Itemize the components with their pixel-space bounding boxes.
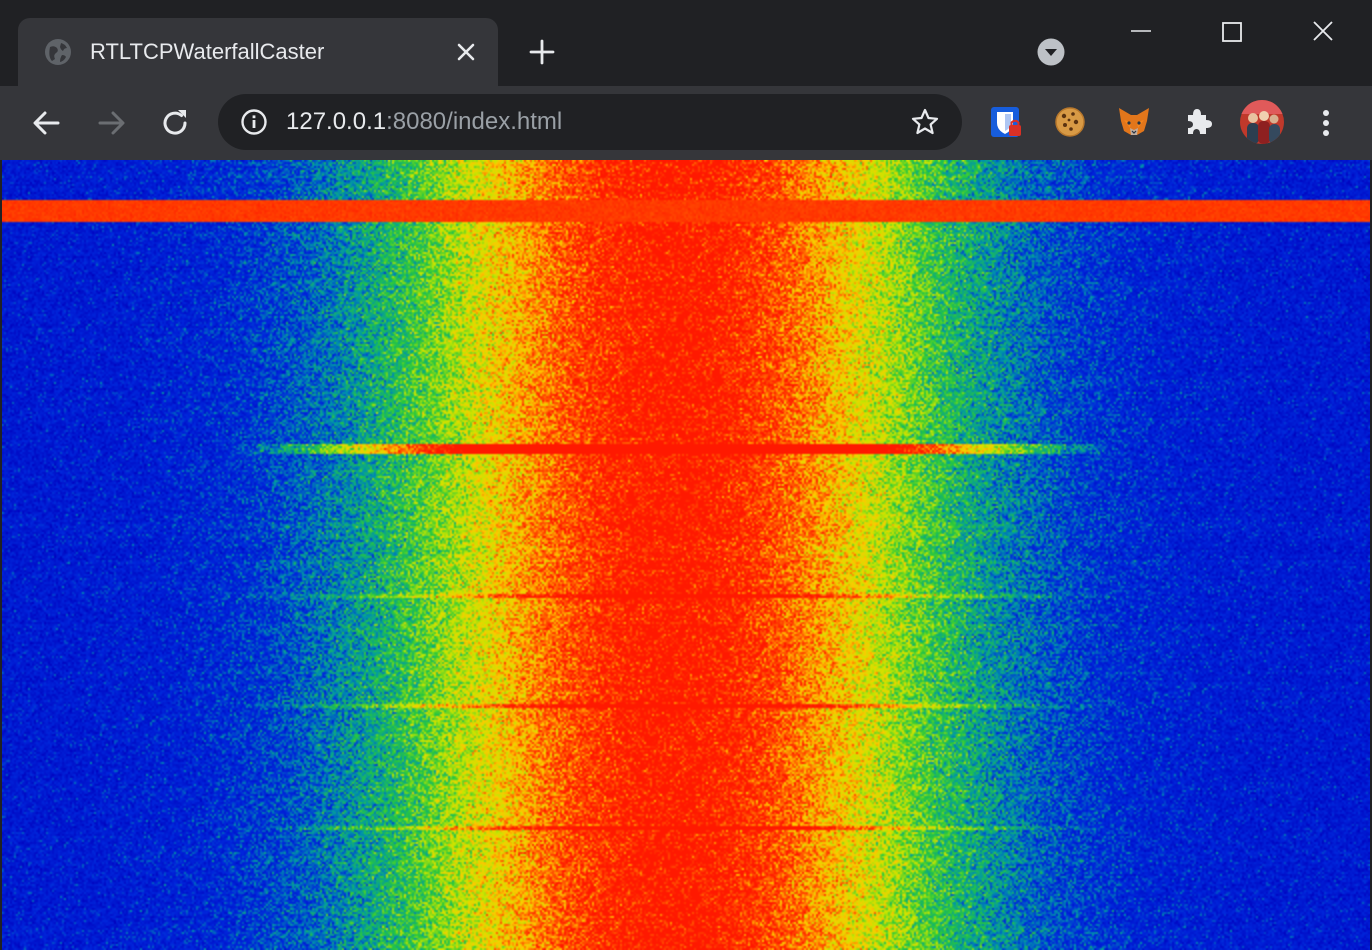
- back-arrow-icon[interactable]: [28, 104, 66, 142]
- close-tab-icon[interactable]: [454, 40, 478, 64]
- content-left-border: [0, 160, 2, 950]
- new-tab-plus-icon[interactable]: [526, 36, 558, 68]
- site-info-icon[interactable]: [240, 108, 268, 136]
- globe-icon: [45, 39, 71, 65]
- address-bar[interactable]: 127.0.0.1:8080/index.html: [218, 94, 962, 150]
- maximize-icon[interactable]: [1209, 10, 1255, 54]
- page-content: [0, 160, 1372, 950]
- url-text[interactable]: 127.0.0.1:8080/index.html: [286, 108, 562, 136]
- puzzle-extensions-icon[interactable]: [1180, 104, 1216, 140]
- metamask-fox-icon[interactable]: [1116, 104, 1152, 140]
- tab-strip: RTLTCPWaterfallCaster: [0, 0, 1372, 86]
- spectrum-waterfall-canvas: [0, 160, 1372, 950]
- browser-window: RTLTCPWaterfallCaster 127.0.0.1:8080/ind…: [0, 0, 1372, 950]
- url-path: :8080/index.html: [386, 108, 563, 135]
- close-window-icon[interactable]: [1300, 10, 1346, 54]
- reload-icon[interactable]: [156, 104, 194, 142]
- tab-active[interactable]: RTLTCPWaterfallCaster: [18, 18, 498, 86]
- tab-search-chevron-icon[interactable]: [1036, 37, 1066, 67]
- bitwarden-icon[interactable]: [988, 104, 1024, 140]
- browser-toolbar: 127.0.0.1:8080/index.html: [0, 86, 1372, 160]
- minimize-icon[interactable]: [1118, 10, 1164, 54]
- profile-photo-icon: [1240, 100, 1284, 144]
- cookie-icon[interactable]: [1052, 104, 1088, 140]
- url-host: 127.0.0.1: [286, 108, 387, 135]
- tab-title: RTLTCPWaterfallCaster: [90, 39, 325, 64]
- more-menu-icon[interactable]: [1310, 104, 1342, 142]
- bookmark-star-icon[interactable]: [910, 107, 940, 137]
- forward-arrow-icon[interactable]: [92, 104, 130, 142]
- profile-avatar[interactable]: [1240, 100, 1284, 144]
